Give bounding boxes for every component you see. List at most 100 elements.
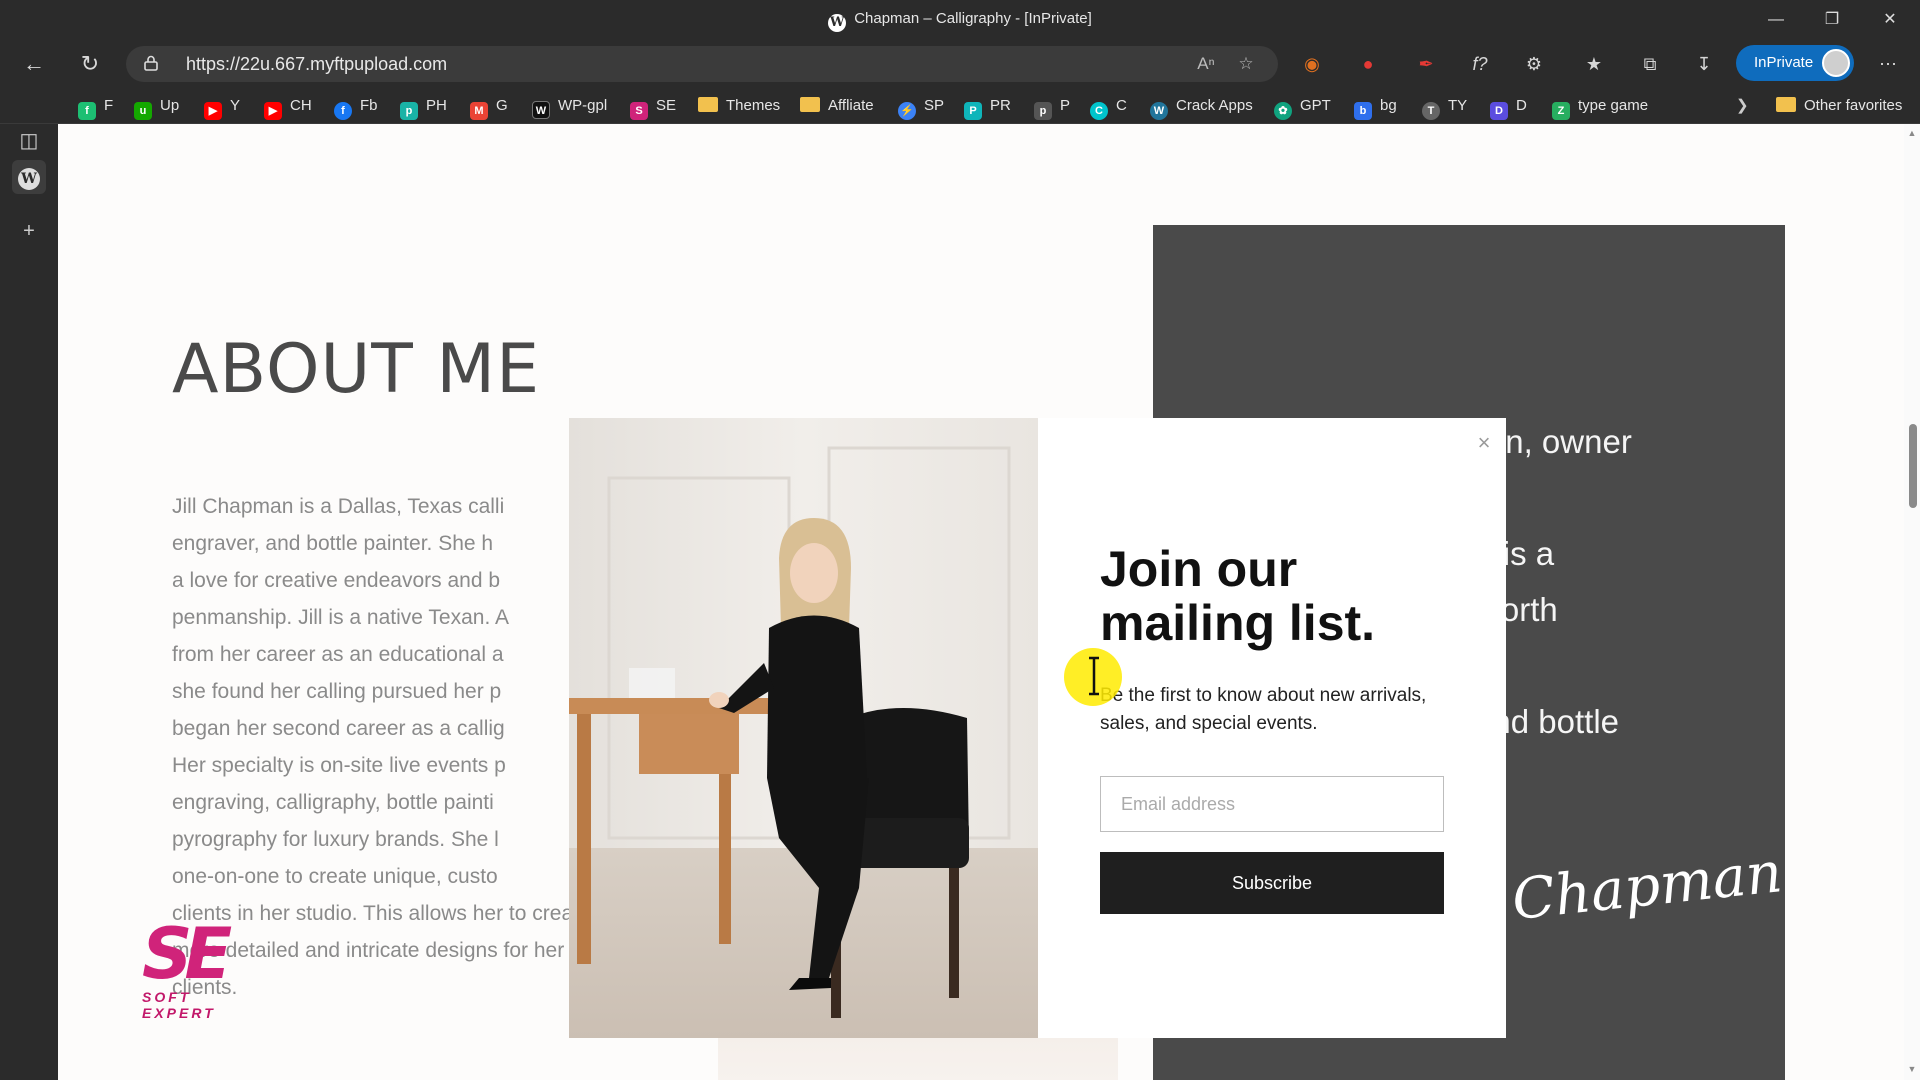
extension-wp-icon[interactable]: ◉ [1296, 48, 1328, 80]
favorite-item[interactable]: b bg [1354, 94, 1397, 120]
back-arrow-icon[interactable]: ← [16, 48, 52, 80]
gpt-icon: ✿ [1274, 102, 1292, 120]
modal-title-line: Join our [1100, 541, 1298, 597]
about-line: she found her calling pursued her p [172, 680, 502, 703]
folder-icon [1776, 97, 1796, 112]
restore-button[interactable]: ❐ [1812, 6, 1852, 34]
favorite-item[interactable]: ✿ GPT [1274, 94, 1331, 120]
modal-title: Join our mailing list. [1100, 542, 1460, 650]
chevron-right-icon[interactable]: ❯ [1736, 94, 1749, 118]
web-page: ABOUT ME Jill Chapman is a Dallas, Texas… [58, 124, 1904, 1080]
extension-pen-icon[interactable]: ✒ [1410, 48, 1442, 80]
favorite-item[interactable]: ▶ Y [204, 94, 240, 120]
wordpress-icon: W [1150, 102, 1168, 120]
favorite-item[interactable]: T TY [1422, 94, 1467, 120]
favorite-item[interactable]: W Crack Apps [1150, 94, 1253, 120]
text-cursor-icon [1089, 656, 1099, 696]
favorite-item[interactable]: MG [470, 94, 508, 120]
wp-gpl-icon: W [532, 101, 550, 119]
inprivate-button[interactable]: InPrivate [1736, 45, 1854, 81]
watermark-logo: SE [142, 913, 232, 995]
favorite-item[interactable]: f Fb [334, 94, 378, 120]
about-line: penmanship. Jill is a native Texan. A [172, 606, 509, 629]
scroll-down-icon[interactable]: ▼ [1907, 1064, 1917, 1074]
downloads-icon[interactable]: ↧ [1688, 48, 1720, 80]
favorite-folder[interactable]: Themes [698, 94, 780, 118]
facebook-icon: f [334, 102, 352, 120]
close-window-button[interactable]: ✕ [1870, 6, 1910, 34]
more-menu-icon[interactable]: ⋯ [1872, 48, 1904, 80]
favorite-item[interactable]: u Up [134, 94, 179, 120]
modal-photo [569, 418, 1039, 1038]
favorites-icon[interactable]: ★ [1578, 48, 1610, 80]
close-icon[interactable]: × [1473, 432, 1495, 454]
add-favorite-icon[interactable]: ☆ [1232, 52, 1260, 76]
pr-icon: P [964, 102, 982, 120]
window-title-area: W Chapman – Calligraphy - [InPrivate] [0, 10, 1920, 32]
subscribe-button[interactable]: Subscribe [1100, 852, 1444, 914]
collections-icon[interactable]: ⧉ [1634, 48, 1666, 80]
d-icon: D [1490, 102, 1508, 120]
formula-icon[interactable]: f? [1464, 48, 1496, 80]
minimize-button[interactable]: — [1756, 6, 1796, 34]
about-line: Her specialty is on-site live events p [172, 754, 506, 777]
mailing-list-modal: × Join our mailing list. Be the first to… [1038, 418, 1506, 1038]
favorite-item[interactable]: Ztype game [1552, 94, 1648, 120]
ph-icon: p [400, 102, 418, 120]
refresh-icon[interactable]: ↻ [72, 48, 108, 80]
browser-sidebar: ◫ W + [0, 124, 58, 1080]
favorite-folder[interactable]: Affliate [800, 94, 874, 118]
favorite-item[interactable]: fF [78, 94, 113, 120]
about-line: engraver, and bottle painter. She h [172, 532, 494, 555]
ty-icon: T [1422, 102, 1440, 120]
favorite-item[interactable]: ⚡ SP [898, 94, 944, 120]
extension-badge-icon[interactable]: ● [1352, 48, 1384, 80]
address-bar[interactable]: https://22u.667.myftpupload.com Aⁿ ☆ [126, 46, 1278, 82]
favorite-item[interactable]: S SE [630, 94, 676, 120]
page-scrollbar[interactable]: ▲ ▼ [1904, 124, 1920, 1080]
profile-avatar [1822, 49, 1850, 77]
browser-toolbar: ← ↻ https://22u.667.myftpupload.com Aⁿ ☆… [0, 40, 1920, 88]
window-title: Chapman – Calligraphy - [InPrivate] [854, 10, 1092, 27]
url-text[interactable]: https://22u.667.myftpupload.com [186, 54, 447, 75]
upwork-icon: u [134, 102, 152, 120]
folder-icon [800, 97, 820, 112]
z-icon: Z [1552, 102, 1570, 120]
about-line: a love for creative endeavors and b [172, 569, 501, 592]
favorite-item[interactable]: p PH [400, 94, 447, 120]
inprivate-label: InPrivate [1754, 54, 1814, 71]
scrollbar-thumb[interactable] [1909, 424, 1917, 508]
about-title: ABOUT ME [172, 330, 541, 409]
email-field[interactable] [1100, 776, 1444, 832]
modal-description: Be the first to know about new arrivals,… [1100, 685, 1427, 734]
about-line: engraving, calligraphy, bottle painti [172, 791, 494, 814]
favorite-item[interactable]: pP [1034, 94, 1070, 120]
fiverr-icon: f [78, 102, 96, 120]
favorite-item[interactable]: ▶ CH [264, 94, 312, 120]
read-aloud-icon[interactable]: Aⁿ [1192, 52, 1220, 76]
favorites-bar: fF u Up ▶ Y ▶ CH f Fb p PH MG W WP-gpl S SE The… [0, 88, 1920, 124]
favorite-folder[interactable]: Other favorites [1776, 94, 1902, 118]
bg-icon: b [1354, 102, 1372, 120]
add-icon[interactable]: + [12, 214, 46, 248]
extensions-icon[interactable]: ⚙ [1518, 48, 1550, 80]
about-line: one-on-one to create unique, custo [172, 865, 498, 888]
p-icon: p [1034, 102, 1052, 120]
modal-title-line: mailing list. [1100, 595, 1376, 651]
about-line: from her career as an educational a [172, 643, 504, 666]
se-icon: S [630, 102, 648, 120]
favorite-item[interactable]: P PR [964, 94, 1011, 120]
about-line: Jill Chapman is a Dallas, Texas calli [172, 495, 505, 518]
favorite-item[interactable]: CC [1090, 94, 1127, 120]
window-titlebar: W Chapman – Calligraphy - [InPrivate] — ❐… [0, 0, 1920, 40]
woman-at-desk-photo [569, 418, 1039, 1038]
about-line: pyrography for luxury brands. She l [172, 828, 499, 851]
about-line: began her second career as a callig [172, 717, 505, 740]
wordpress-tab-icon[interactable]: W [12, 160, 46, 194]
scroll-up-icon[interactable]: ▲ [1907, 128, 1917, 138]
tabs-icon[interactable]: ◫ [12, 124, 46, 158]
sp-icon: ⚡ [898, 102, 916, 120]
lock-icon [144, 55, 158, 71]
favorite-item[interactable]: W WP-gpl [532, 94, 607, 119]
favorite-item[interactable]: DD [1490, 94, 1527, 120]
